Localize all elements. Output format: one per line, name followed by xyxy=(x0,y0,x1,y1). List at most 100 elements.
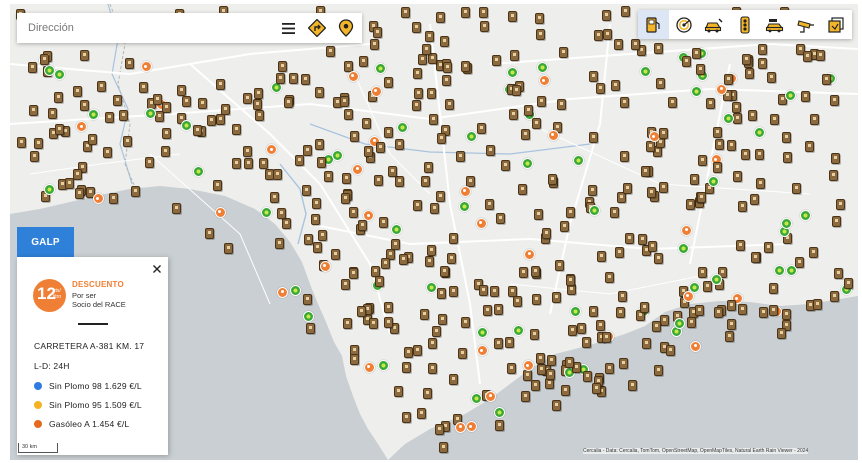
fuel-station-marker[interactable] xyxy=(448,233,458,245)
fuel-station-marker[interactable] xyxy=(588,185,597,196)
repsol-station-marker[interactable] xyxy=(214,206,226,218)
fuel-station-marker[interactable] xyxy=(682,56,692,67)
fuel-station-marker[interactable] xyxy=(486,145,495,157)
repsol-station-marker[interactable] xyxy=(524,248,536,260)
fuel-station-marker[interactable] xyxy=(108,193,118,205)
search-input[interactable] xyxy=(17,13,275,43)
fuel-station-marker[interactable] xyxy=(660,315,670,327)
fuel-station-marker[interactable] xyxy=(638,233,648,245)
fuel-station-marker[interactable] xyxy=(102,146,112,158)
fuel-station-marker[interactable] xyxy=(374,276,384,287)
repsol-station-marker[interactable] xyxy=(277,286,289,298)
fuel-station-marker[interactable] xyxy=(364,145,374,157)
fuel-station-marker[interactable] xyxy=(651,321,661,332)
fuel-station-marker[interactable] xyxy=(270,192,279,204)
fuel-station-marker[interactable] xyxy=(379,216,389,228)
fuel-station-marker[interactable] xyxy=(647,187,657,198)
fuel-station-marker[interactable] xyxy=(427,337,437,349)
fuel-station-marker[interactable] xyxy=(705,97,715,109)
fuel-station-marker[interactable] xyxy=(530,265,540,277)
fuel-station-marker[interactable] xyxy=(712,126,722,138)
bp-station-marker[interactable] xyxy=(396,121,408,133)
fuel-station-marker[interactable] xyxy=(619,97,629,109)
fuel-station-marker[interactable] xyxy=(427,87,436,99)
fuel-station-marker[interactable] xyxy=(289,73,299,85)
fuel-station-marker[interactable] xyxy=(325,46,335,58)
fuel-station-marker[interactable] xyxy=(438,314,447,326)
fuel-station-marker[interactable] xyxy=(758,43,767,55)
fuel-station-marker[interactable] xyxy=(830,291,840,303)
bp-station-marker[interactable] xyxy=(785,90,797,102)
fuel-station-marker[interactable] xyxy=(830,153,840,165)
fuel-station-marker[interactable] xyxy=(253,98,263,110)
fuel-station-marker[interactable] xyxy=(589,306,599,317)
fuel-station-marker[interactable] xyxy=(829,170,839,182)
fuel-station-marker[interactable] xyxy=(697,191,707,203)
fuel-station-marker[interactable] xyxy=(442,75,452,87)
route-button[interactable] xyxy=(304,15,330,41)
fuel-station-marker[interactable] xyxy=(74,187,84,199)
fuel-station-marker[interactable] xyxy=(567,324,577,336)
fuel-station-marker[interactable] xyxy=(558,46,568,58)
fuel-station-marker[interactable] xyxy=(564,356,574,368)
fuel-station-marker[interactable] xyxy=(277,208,287,220)
fuel-station-marker[interactable] xyxy=(428,53,437,65)
fuel-station-marker[interactable] xyxy=(588,131,598,143)
bp-station-marker[interactable] xyxy=(536,62,548,73)
fuel-station-marker[interactable] xyxy=(479,6,488,18)
fuel-station-marker[interactable] xyxy=(596,250,606,262)
fuel-station-marker[interactable] xyxy=(72,85,82,97)
fuel-station-marker[interactable] xyxy=(485,199,495,211)
bp-station-marker[interactable] xyxy=(570,306,582,318)
fuel-station-marker[interactable] xyxy=(73,168,83,180)
fuel-station-marker[interactable] xyxy=(557,99,567,111)
fuel-station-marker[interactable] xyxy=(591,382,601,394)
fuel-station-marker[interactable] xyxy=(519,266,529,278)
fuel-station-marker[interactable] xyxy=(618,290,627,302)
fuel-station-marker[interactable] xyxy=(304,233,314,245)
fuel-station-marker[interactable] xyxy=(344,109,354,121)
fuel-station-marker[interactable] xyxy=(161,145,171,157)
fuel-station-marker[interactable] xyxy=(479,20,489,32)
fuel-station-marker[interactable] xyxy=(782,131,792,143)
fuel-station-marker[interactable] xyxy=(440,35,450,47)
fuel-station-marker[interactable] xyxy=(509,108,519,120)
toolbar-traffic[interactable] xyxy=(730,10,761,39)
fuel-station-marker[interactable] xyxy=(294,154,304,166)
fuel-station-marker[interactable] xyxy=(620,6,630,17)
toolbar-fuel-stations[interactable] xyxy=(638,10,669,39)
fuel-station-marker[interactable] xyxy=(369,39,379,51)
fuel-station-marker[interactable] xyxy=(457,347,467,359)
fuel-station-marker[interactable] xyxy=(47,108,57,119)
fuel-station-marker[interactable] xyxy=(232,158,241,170)
fuel-station-marker[interactable] xyxy=(703,281,713,293)
fuel-station-marker[interactable] xyxy=(512,84,522,96)
fuel-station-marker[interactable] xyxy=(548,174,557,186)
fuel-station-marker[interactable] xyxy=(627,380,637,392)
bp-station-marker[interactable] xyxy=(375,63,387,75)
fuel-station-marker[interactable] xyxy=(357,220,367,232)
fuel-station-marker[interactable] xyxy=(653,42,663,54)
fuel-station-marker[interactable] xyxy=(436,287,446,299)
fuel-station-marker[interactable] xyxy=(425,30,435,42)
fuel-station-marker[interactable] xyxy=(421,43,431,55)
fuel-station-marker[interactable] xyxy=(243,93,253,105)
fuel-station-marker[interactable] xyxy=(33,137,43,149)
bp-station-marker[interactable] xyxy=(493,407,505,419)
repsol-station-marker[interactable] xyxy=(352,163,364,175)
fuel-station-marker[interactable] xyxy=(243,157,253,169)
fuel-station-marker[interactable] xyxy=(122,135,132,147)
fuel-station-marker[interactable] xyxy=(531,294,541,306)
fuel-station-marker[interactable] xyxy=(213,179,223,191)
fuel-station-marker[interactable] xyxy=(536,29,545,41)
fuel-station-marker[interactable] xyxy=(118,109,128,121)
repsol-station-marker[interactable] xyxy=(682,290,694,302)
fuel-station-marker[interactable] xyxy=(177,84,187,96)
bp-station-marker[interactable] xyxy=(506,66,518,78)
fuel-station-marker[interactable] xyxy=(624,232,634,244)
fuel-station-marker[interactable] xyxy=(741,149,750,161)
fuel-station-marker[interactable] xyxy=(324,170,333,182)
fuel-station-marker[interactable] xyxy=(192,125,202,137)
fuel-station-marker[interactable] xyxy=(551,292,561,304)
fuel-station-marker[interactable] xyxy=(254,109,264,121)
